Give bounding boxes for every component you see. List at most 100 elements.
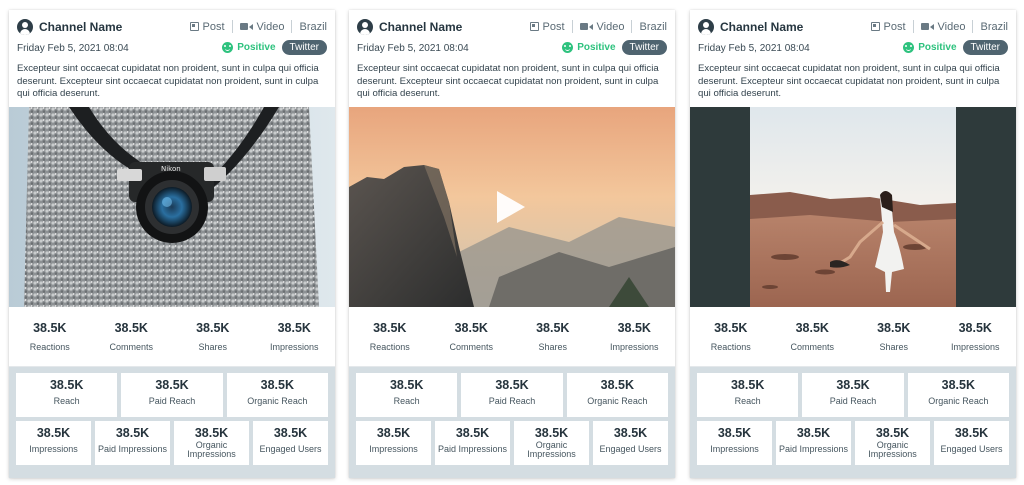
stat-value: 38.5K [877, 321, 911, 335]
post-card[interactable]: Channel Name Post Video Brazil Friday Fe… [349, 10, 675, 478]
sentiment-group: Positive Twitter [903, 40, 1008, 55]
metric-paid-impressions: 38.5K Paid Impressions [95, 421, 170, 465]
metric-engaged-users: 38.5K Engaged Users [934, 421, 1009, 465]
media-type: Video [573, 21, 632, 33]
metric-label: Organic Reach [247, 396, 308, 406]
sentiment-badge: Positive [903, 42, 957, 53]
metric-value: 38.5K [941, 378, 975, 392]
metric-organic-impressions: 38.5K Organic Impressions [514, 421, 589, 465]
desert-photo [690, 107, 1016, 307]
stat-comments: 38.5K Comments [431, 321, 513, 352]
channel-name[interactable]: Channel Name [720, 20, 803, 34]
metrics-row: 38.5K Reach 38.5K Paid Reach 38.5K Organ… [16, 373, 328, 417]
post-meta: Post Video Brazil [523, 20, 667, 33]
post-icon [529, 22, 539, 31]
post-type: Post [864, 21, 913, 33]
metric-label: Engaged Users [259, 444, 322, 454]
stat-label: Impressions [609, 342, 659, 352]
metric-value: 38.5K [730, 378, 765, 392]
metric-label: Organic Impressions [868, 440, 917, 459]
metric-value: 38.5K [495, 378, 529, 392]
metric-value: 38.5K [36, 426, 71, 440]
stat-value: 38.5K [373, 321, 407, 335]
post-image[interactable]: Nikon [9, 107, 335, 307]
card-header: Channel Name Post Video Brazil Friday Fe… [9, 10, 335, 107]
metric-reach: 38.5K Reach [697, 373, 799, 417]
video-label: Video [937, 20, 966, 33]
country: Brazil [980, 20, 1008, 33]
metric-value: 38.5K [115, 426, 150, 440]
metric-label: Organic Reach [928, 396, 989, 406]
video-label: Video [256, 20, 285, 33]
metric-label: Paid Impressions [437, 444, 508, 454]
channel-name[interactable]: Channel Name [379, 20, 462, 34]
stat-value: 38.5K [536, 321, 570, 335]
metric-label: Impressions [29, 444, 78, 454]
metric-label: Reach [734, 396, 761, 406]
metric-value: 38.5K [455, 426, 490, 440]
metric-label: Paid Impressions [97, 444, 168, 454]
post-meta: Post Video Brazil [183, 20, 327, 33]
metrics-row: 38.5K Reach 38.5K Paid Reach 38.5K Organ… [697, 373, 1009, 417]
sentiment-group: Positive Twitter [222, 40, 327, 55]
post-label: Post [542, 20, 565, 33]
metric-label: Organic Impressions [527, 440, 576, 459]
stat-reactions: 38.5K Reactions [9, 321, 91, 352]
stat-label: Reactions [29, 342, 70, 352]
post-video[interactable] [349, 107, 675, 307]
stat-value: 38.5K [454, 321, 488, 335]
metric-impressions: 38.5K Impressions [356, 421, 431, 465]
post-icon [189, 22, 199, 31]
metric-label: Organic Reach [587, 396, 648, 406]
metric-value: 38.5K [796, 426, 831, 440]
play-icon[interactable] [497, 191, 525, 223]
metric-label: Paid Impressions [778, 444, 849, 454]
post-card[interactable]: Channel Name Post Video Brazil Friday Fe… [690, 10, 1016, 478]
metric-value: 38.5K [376, 426, 411, 440]
engagement-stats: 38.5K Reactions 38.5K Comments 38.5K Sha… [349, 307, 675, 367]
metric-organic-reach: 38.5K Organic Reach [907, 373, 1009, 417]
engagement-stats: 38.5K Reactions 38.5K Comments 38.5K Sha… [9, 307, 335, 367]
metric-organic-impressions: 38.5K Organic Impressions [855, 421, 930, 465]
stat-label: Comments [449, 342, 493, 352]
smile-icon [903, 42, 915, 53]
stat-label: Reactions [369, 342, 410, 352]
user-avatar-icon [698, 19, 714, 35]
post-description: Excepteur sint occaecat cupidatat non pr… [357, 63, 659, 99]
post-type: Post [183, 21, 232, 33]
channel-name[interactable]: Channel Name [39, 20, 122, 34]
stat-impressions: 38.5K Impressions [254, 321, 336, 352]
video-camera-icon [920, 23, 934, 30]
post-image[interactable] [690, 107, 1016, 307]
card-header: Channel Name Post Video Brazil Friday Fe… [690, 10, 1016, 107]
metric-paid-reach: 38.5K Paid Reach [802, 373, 904, 417]
sentiment-badge: Positive [222, 42, 276, 53]
post-card[interactable]: Channel Name Post Video Brazil Friday Fe… [9, 10, 335, 478]
metrics-row: 38.5K Impressions 38.5K Paid Impressions… [697, 421, 1009, 465]
stat-comments: 38.5K Comments [772, 321, 854, 352]
stat-value: 38.5K [714, 321, 748, 335]
stat-impressions: 38.5K Impressions [935, 321, 1017, 352]
metric-value: 38.5K [836, 378, 870, 392]
metric-label: Organic Impressions [187, 440, 236, 459]
sentiment-badge: Positive [562, 42, 616, 53]
metric-value: 38.5K [389, 378, 424, 392]
metric-value: 38.5K [954, 426, 989, 440]
metric-value: 38.5K [260, 378, 294, 392]
metric-engaged-users: 38.5K Engaged Users [253, 421, 328, 465]
stat-reactions: 38.5K Reactions [349, 321, 431, 352]
media-type: Video [233, 21, 292, 33]
sentiment-label: Positive [577, 42, 616, 53]
post-label: Post [883, 20, 906, 33]
camera-photo: Nikon [9, 107, 335, 307]
sentiment-label: Positive [237, 42, 276, 53]
smile-icon [222, 42, 234, 53]
stat-label: Reactions [710, 342, 751, 352]
stat-label: Shares [879, 342, 909, 352]
post-description: Excepteur sint occaecat cupidatat non pr… [17, 63, 319, 99]
network-badge: Twitter [281, 40, 327, 55]
stat-impressions: 38.5K Impressions [594, 321, 676, 352]
stat-value: 38.5K [795, 321, 829, 335]
reach-metrics-panel: 38.5K Reach 38.5K Paid Reach 38.5K Organ… [349, 367, 675, 478]
metric-value: 38.5K [194, 426, 229, 440]
